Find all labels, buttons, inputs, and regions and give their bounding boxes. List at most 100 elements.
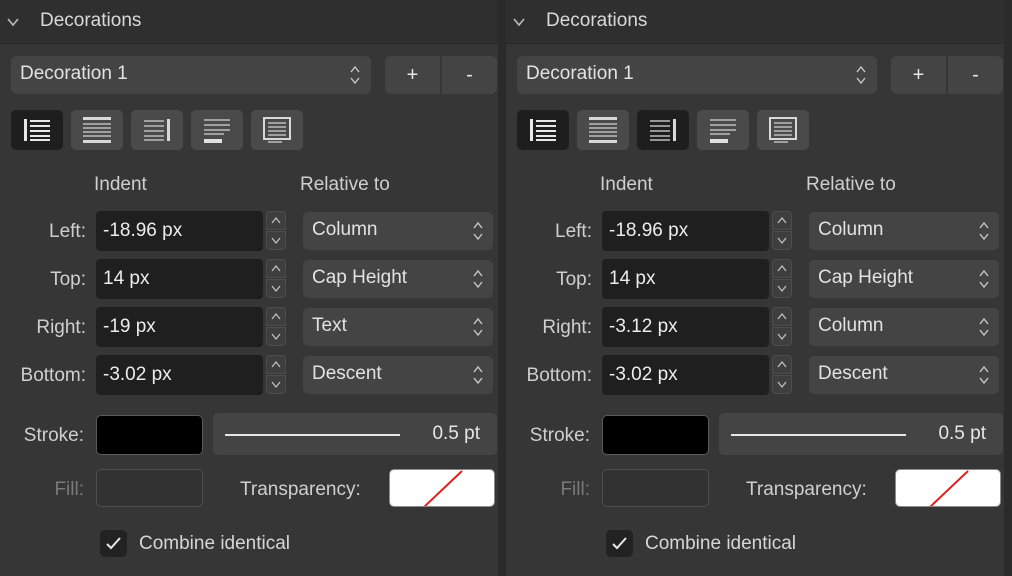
decorations-panel-2: Decorations Decoration 1 + - Indent Rela… [506, 0, 1004, 576]
indent-row-label: Top: [556, 269, 592, 290]
stroke-color-swatch[interactable] [602, 415, 709, 455]
combine-identical-checkbox[interactable] [100, 530, 127, 557]
increment-button[interactable] [772, 355, 792, 374]
indent-value-field[interactable]: 14 px [96, 259, 263, 299]
border-left-style-button[interactable] [517, 110, 569, 150]
fill-label: Fill: [560, 479, 590, 500]
indent-row-label: Left: [49, 221, 86, 242]
increment-button[interactable] [266, 211, 286, 230]
transparency-swatch[interactable] [895, 469, 1001, 507]
indent-value-text: -3.12 px [609, 316, 678, 337]
increment-button[interactable] [772, 307, 792, 326]
indent-stepper[interactable] [772, 211, 792, 251]
indent-value-field[interactable]: -18.96 px [602, 211, 769, 251]
box-style-button[interactable] [757, 110, 809, 150]
relative-to-value: Cap Height [818, 267, 914, 288]
chevron-down-icon[interactable] [6, 15, 20, 29]
stroke-width-value: 0.5 pt [938, 423, 986, 444]
border-left-style-button[interactable] [11, 110, 63, 150]
stroke-width-control[interactable]: 0.5 pt [213, 413, 497, 455]
relative-to-select[interactable]: Text [303, 308, 493, 346]
relative-to-select[interactable]: Column [809, 308, 999, 346]
decrement-button[interactable] [772, 279, 792, 298]
checkmark-icon [106, 537, 121, 550]
add-decoration-button[interactable]: + [385, 56, 440, 94]
fill-color-swatch[interactable] [602, 469, 709, 507]
chevron-down-icon [777, 381, 787, 389]
relative-to-value: Descent [818, 363, 888, 384]
indent-stepper[interactable] [772, 355, 792, 395]
panel-header[interactable]: Decorations [0, 0, 498, 44]
decoration-select-value: Decoration 1 [20, 63, 128, 84]
indent-value-field[interactable]: -18.96 px [96, 211, 263, 251]
increment-button[interactable] [266, 259, 286, 278]
border-top-bottom-style-button[interactable] [577, 110, 629, 150]
indent-stepper[interactable] [772, 307, 792, 347]
relative-to-select[interactable]: Descent [809, 356, 999, 394]
box-style-button[interactable] [251, 110, 303, 150]
stroke-width-control[interactable]: 0.5 pt [719, 413, 1003, 455]
updown-arrows-icon [350, 65, 360, 85]
indent-value-field[interactable]: -19 px [96, 307, 263, 347]
stroke-color-swatch[interactable] [96, 415, 203, 455]
increment-button[interactable] [266, 355, 286, 374]
indent-stepper[interactable] [772, 259, 792, 299]
stroke-preview-line [731, 434, 906, 436]
remove-decoration-button[interactable]: - [442, 56, 497, 94]
indent-stepper[interactable] [266, 211, 286, 251]
relative-to-select[interactable]: Cap Height [809, 260, 999, 298]
fill-color-swatch[interactable] [96, 469, 203, 507]
chevron-up-icon [777, 312, 787, 320]
decrement-button[interactable] [772, 231, 792, 250]
fill-label: Fill: [54, 479, 84, 500]
relative-to-select[interactable]: Descent [303, 356, 493, 394]
decrement-button[interactable] [266, 279, 286, 298]
border-top-bottom-style-button[interactable] [71, 110, 123, 150]
add-decoration-button[interactable]: + [891, 56, 946, 94]
relative-to-select[interactable]: Column [809, 212, 999, 250]
combine-identical-label: Combine identical [139, 533, 291, 554]
chevron-down-icon[interactable] [512, 15, 526, 29]
decrement-button[interactable] [772, 327, 792, 346]
indent-value-field[interactable]: -3.12 px [602, 307, 769, 347]
border-right-style-button[interactable] [131, 110, 183, 150]
decrement-button[interactable] [772, 375, 792, 394]
remove-decoration-button[interactable]: - [948, 56, 1003, 94]
combine-identical-checkbox[interactable] [606, 530, 633, 557]
indent-stepper[interactable] [266, 355, 286, 395]
indent-value-field[interactable]: -3.02 px [602, 355, 769, 395]
border-left-icon [530, 119, 556, 141]
indent-row-label: Left: [555, 221, 592, 242]
transparency-label: Transparency: [746, 479, 867, 500]
transparency-swatch[interactable] [389, 469, 495, 507]
panel-separator [498, 0, 506, 576]
indent-value-field[interactable]: -3.02 px [96, 355, 263, 395]
decoration-select-value: Decoration 1 [526, 63, 634, 84]
underline-style-button[interactable] [191, 110, 243, 150]
indent-stepper[interactable] [266, 307, 286, 347]
indent-value-text: -18.96 px [103, 220, 183, 241]
border-right-icon [650, 119, 676, 141]
panel-header[interactable]: Decorations [506, 0, 1004, 44]
decoration-select[interactable]: Decoration 1 [517, 56, 877, 94]
chevron-up-icon [271, 216, 281, 224]
increment-button[interactable] [772, 211, 792, 230]
increment-button[interactable] [772, 259, 792, 278]
updown-arrows-icon [473, 317, 483, 337]
decrement-button[interactable] [266, 231, 286, 250]
decrement-button[interactable] [266, 375, 286, 394]
indent-value-text: -19 px [103, 316, 156, 337]
underline-icon [710, 119, 736, 143]
underline-style-button[interactable] [697, 110, 749, 150]
indent-value-field[interactable]: 14 px [602, 259, 769, 299]
decrement-button[interactable] [266, 327, 286, 346]
chevron-down-icon [777, 237, 787, 245]
no-fill-slash-icon [423, 470, 463, 506]
relative-to-select[interactable]: Cap Height [303, 260, 493, 298]
relative-to-select[interactable]: Column [303, 212, 493, 250]
indent-stepper[interactable] [266, 259, 286, 299]
decoration-select[interactable]: Decoration 1 [11, 56, 371, 94]
border-right-style-button[interactable] [637, 110, 689, 150]
combine-identical-label: Combine identical [645, 533, 797, 554]
increment-button[interactable] [266, 307, 286, 326]
